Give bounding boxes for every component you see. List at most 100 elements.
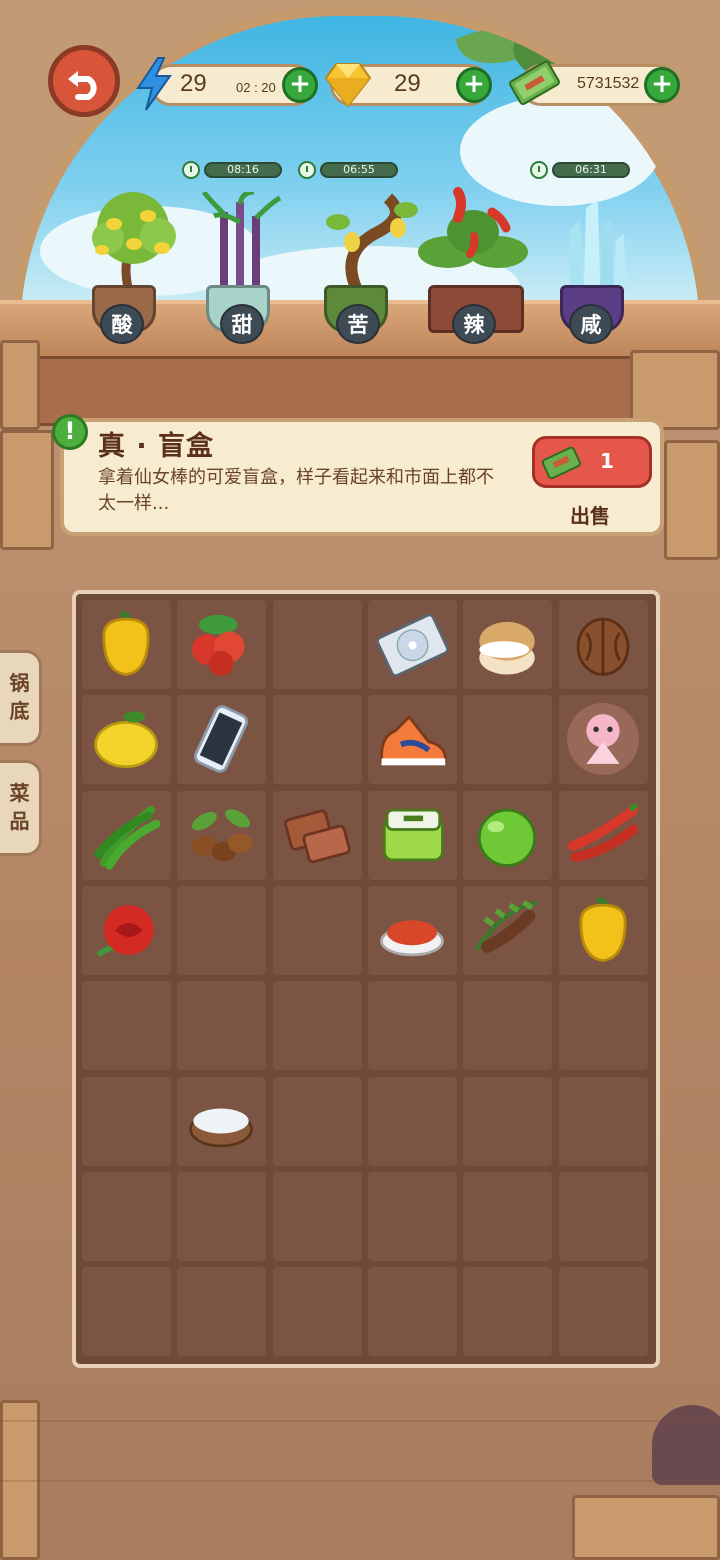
smartphone-icon[interactable] (185, 703, 257, 775)
yellow-pepper-icon[interactable] (90, 608, 162, 680)
sell-label[interactable]: 出售 (570, 500, 610, 529)
brown-sugar-icon[interactable] (281, 799, 353, 871)
inventory-slot[interactable] (177, 790, 267, 880)
cd-disc-icon[interactable] (376, 608, 448, 680)
sneaker-icon[interactable] (376, 703, 448, 775)
gem-icon (324, 63, 372, 108)
bitter-tree-icon[interactable] (318, 192, 422, 292)
lime-icon[interactable] (471, 799, 543, 871)
info-icon: ! (52, 414, 88, 450)
flavor-salty-label: 咸 (569, 304, 613, 344)
tab-soup-base[interactable]: 锅 底 (0, 650, 42, 746)
flavor-sour-label: 酸 (100, 304, 144, 344)
inventory-slot[interactable] (558, 1267, 648, 1357)
inventory-slot[interactable] (82, 1267, 171, 1357)
inventory-slot[interactable] (463, 981, 553, 1071)
inventory-slot[interactable] (177, 1267, 267, 1357)
inventory-slot[interactable] (272, 885, 362, 975)
cash-icon (509, 60, 560, 106)
inventory-slot[interactable] (177, 600, 267, 689)
floor-line (0, 1420, 720, 1422)
cream-puff-icon[interactable] (471, 608, 543, 680)
inventory-slot[interactable] (463, 1171, 553, 1261)
inventory-slot[interactable] (367, 790, 457, 880)
cabinet (30, 356, 690, 426)
inventory-slot[interactable] (463, 600, 553, 689)
inventory-slot[interactable] (82, 1076, 171, 1166)
inventory-slot[interactable] (272, 981, 362, 1071)
inventory-slot[interactable] (367, 1076, 457, 1166)
sugarcane-icon[interactable] (202, 192, 282, 292)
inventory-slot[interactable] (558, 695, 648, 785)
item-title: 真 · 盲盒 (98, 431, 215, 462)
inventory-slot[interactable] (367, 981, 457, 1071)
lemon-tree-icon[interactable] (78, 188, 188, 298)
salt-crystal-icon[interactable] (560, 200, 632, 292)
clock-icon (182, 161, 200, 179)
timer-bar: 08:16 (204, 162, 282, 178)
add-gems-button[interactable]: + (456, 67, 492, 103)
back-button[interactable] (48, 45, 120, 117)
inventory-slot[interactable] (272, 600, 362, 689)
plant-timer-bitter: 06:55 (298, 160, 398, 180)
inventory-slot[interactable] (177, 1076, 267, 1166)
gems-value: 29 (394, 70, 421, 97)
tab-dishes[interactable]: 菜 品 (0, 760, 42, 856)
inventory-slot[interactable] (463, 1076, 553, 1166)
inventory-slot[interactable] (177, 695, 267, 785)
flavor-spicy-label: 辣 (452, 304, 496, 344)
inventory-slot[interactable] (82, 600, 171, 689)
inventory-slot[interactable] (558, 600, 648, 689)
crate (0, 340, 40, 430)
blind-box-doll-icon[interactable] (566, 703, 639, 776)
inventory-slot[interactable] (177, 1171, 267, 1261)
lemon-icon[interactable] (90, 703, 162, 775)
inventory-slot[interactable] (367, 885, 457, 975)
inventory-slot[interactable] (463, 885, 553, 975)
lunch-box-icon[interactable] (376, 799, 448, 871)
inventory-slot[interactable] (272, 1171, 362, 1261)
inventory-slot[interactable] (367, 1171, 457, 1261)
inventory-slot[interactable] (558, 885, 648, 975)
inventory-slot[interactable] (367, 695, 457, 785)
inventory-slot[interactable] (367, 600, 457, 689)
chili-powder-icon[interactable] (376, 894, 448, 966)
yellow-pepper-icon[interactable] (567, 894, 639, 966)
tamarind-icon[interactable] (471, 894, 543, 966)
inventory-slot[interactable] (272, 695, 362, 785)
cash-icon (541, 446, 582, 480)
green-chili-icon[interactable] (90, 799, 162, 871)
sell-price: 1 (600, 449, 614, 473)
inventory-slot[interactable] (558, 1076, 648, 1166)
walnut-icon[interactable] (567, 608, 639, 680)
red-berries-icon[interactable] (185, 608, 257, 680)
inventory-slot[interactable] (272, 1267, 362, 1357)
inventory-slot[interactable] (367, 1267, 457, 1357)
red-chili-icon[interactable] (567, 799, 639, 871)
inventory-slot[interactable] (272, 790, 362, 880)
inventory-slot[interactable] (82, 981, 171, 1071)
inventory-slot[interactable] (463, 695, 553, 785)
coffee-beans-icon[interactable] (185, 799, 257, 871)
inventory-slot[interactable] (463, 790, 553, 880)
energy-value: 29 (180, 70, 207, 97)
inventory-slot[interactable] (558, 981, 648, 1071)
jar (652, 1405, 720, 1485)
inventory-slot[interactable] (82, 885, 171, 975)
crate (0, 430, 54, 550)
inventory-slot[interactable] (558, 1171, 648, 1261)
salt-bowl-icon[interactable] (185, 1085, 257, 1157)
inventory-slot[interactable] (272, 1076, 362, 1166)
inventory-slot[interactable] (463, 1267, 553, 1357)
inventory-slot[interactable] (82, 790, 171, 880)
item-description: 拿着仙女棒的可爱盲盒，样子看起来和市面上都不太一样... (98, 467, 494, 514)
chili-plant-icon[interactable] (418, 182, 528, 300)
red-rose-icon[interactable] (90, 894, 162, 966)
inventory-slot[interactable] (82, 695, 171, 785)
inventory-slot[interactable] (177, 885, 267, 975)
inventory-slot[interactable] (82, 1171, 171, 1261)
inventory-slot[interactable] (177, 981, 267, 1071)
add-cash-button[interactable]: + (644, 67, 680, 103)
add-energy-button[interactable]: + (282, 67, 318, 103)
inventory-slot[interactable] (558, 790, 648, 880)
